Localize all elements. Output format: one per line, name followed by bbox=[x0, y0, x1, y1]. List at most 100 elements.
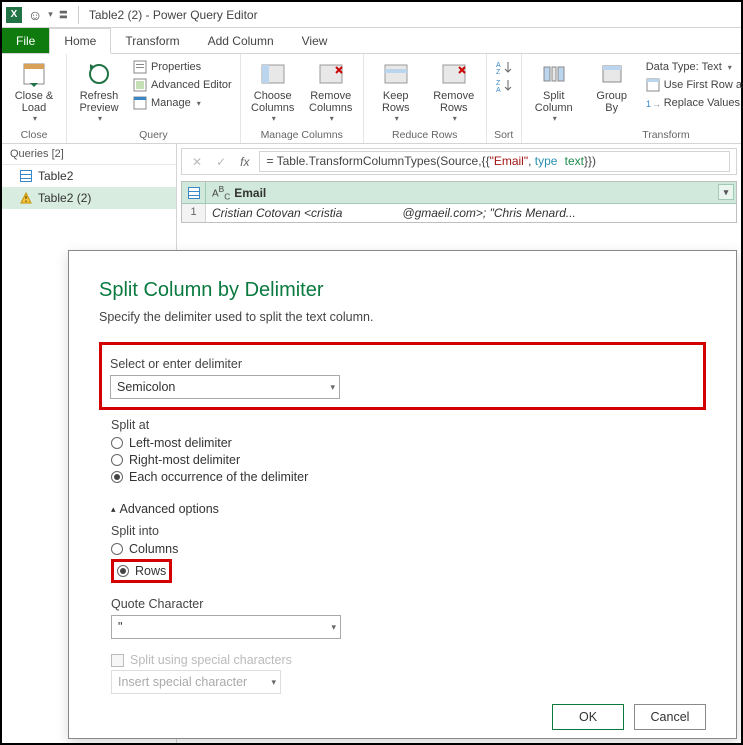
smiley-icon: ☺ bbox=[28, 7, 42, 23]
tab-home[interactable]: Home bbox=[49, 28, 111, 54]
cancel-button[interactable]: Cancel bbox=[634, 704, 706, 730]
grid-corner[interactable] bbox=[182, 182, 206, 203]
remove-rows-button[interactable]: Remove Rows▾ bbox=[428, 58, 480, 127]
datatype-button[interactable]: Data Type: Text▾ bbox=[644, 58, 743, 76]
advanced-editor-label: Advanced Editor bbox=[151, 79, 232, 91]
radio-left-most[interactable]: Left-most delimiter bbox=[111, 436, 706, 450]
highlight-delimiter: Select or enter delimiter Semicolon ▾ bbox=[99, 342, 706, 410]
checkbox-label: Split using special characters bbox=[130, 653, 292, 667]
svg-text:Z: Z bbox=[496, 69, 501, 74]
radio-right-most[interactable]: Right-most delimiter bbox=[111, 453, 706, 467]
replace-values-label: Replace Values bbox=[664, 97, 740, 109]
title-separator bbox=[78, 6, 79, 24]
special-char-select: Insert special character ▾ bbox=[111, 670, 281, 694]
ok-button[interactable]: OK bbox=[552, 704, 624, 730]
formula-text: = Table.TransformColumnTypes(Source,{{ bbox=[266, 154, 489, 168]
row-number: 1 bbox=[182, 204, 206, 222]
group-by-button[interactable]: Group By bbox=[586, 58, 638, 127]
title-bar: X ☺ ▾ 〓 Table2 (2) - Power Query Editor bbox=[2, 2, 741, 28]
keep-rows-label: Keep Rows bbox=[382, 90, 410, 114]
first-row-icon bbox=[646, 78, 660, 92]
query-item-table2[interactable]: Table2 bbox=[2, 165, 176, 187]
svg-text:A: A bbox=[496, 87, 501, 92]
data-grid: ABC Email ▾ 1 Cristian Cotovan <cristia@… bbox=[181, 181, 737, 223]
column-header-email[interactable]: ABC Email ▾ bbox=[206, 182, 736, 203]
group-label-transform: Transform bbox=[528, 129, 743, 141]
keep-rows-icon bbox=[381, 60, 411, 88]
replace-values-button[interactable]: 1→2 Replace Values bbox=[644, 94, 743, 112]
formula-input[interactable]: = Table.TransformColumnTypes(Source,{{"E… bbox=[259, 151, 730, 172]
tab-transform[interactable]: Transform bbox=[111, 28, 193, 53]
table-row[interactable]: 1 Cristian Cotovan <cristia@gmaeil.com>;… bbox=[182, 204, 736, 222]
quote-char-label: Quote Character bbox=[111, 597, 706, 611]
formula-cancel-icon[interactable]: ✕ bbox=[188, 155, 206, 169]
radio-each-occurrence[interactable]: Each occurrence of the delimiter bbox=[111, 470, 706, 484]
choose-columns-button[interactable]: Choose Columns▾ bbox=[247, 58, 299, 127]
query-item-table2-2[interactable]: Table2 (2) bbox=[2, 187, 176, 209]
group-label-manage-cols: Manage Columns bbox=[247, 129, 357, 141]
split-column-button[interactable]: Split Column▾ bbox=[528, 58, 580, 127]
sort-desc-button[interactable]: ZA bbox=[493, 76, 515, 94]
radio-label: Columns bbox=[129, 542, 178, 556]
advanced-editor-button[interactable]: Advanced Editor bbox=[131, 76, 234, 94]
cell-text: Cristian Cotovan <cristia bbox=[212, 206, 342, 220]
qat-dropdown-icon[interactable]: ▾ bbox=[48, 9, 53, 20]
close-load-button[interactable]: Close & Load▾ bbox=[8, 58, 60, 127]
remove-columns-button[interactable]: Remove Columns▾ bbox=[305, 58, 357, 127]
tab-view[interactable]: View bbox=[288, 28, 342, 53]
sort-asc-button[interactable]: AZ bbox=[493, 58, 515, 76]
formula-text: , bbox=[528, 154, 535, 168]
radio-icon bbox=[111, 543, 123, 555]
split-at-label: Split at bbox=[111, 418, 706, 432]
ribbon: Close & Load▾ Close Refresh Preview▾ Pro… bbox=[2, 54, 741, 144]
excel-icon: X bbox=[6, 7, 22, 23]
svg-text:1: 1 bbox=[646, 99, 651, 109]
first-row-headers-button[interactable]: Use First Row as Headers▾ bbox=[644, 76, 743, 94]
checkbox-icon bbox=[111, 654, 124, 667]
formula-bar: ✕ ✓ fx = Table.TransformColumnTypes(Sour… bbox=[181, 148, 737, 175]
group-label-sort: Sort bbox=[493, 129, 515, 141]
svg-text:→2: →2 bbox=[652, 99, 660, 109]
delimiter-select[interactable]: Semicolon ▾ bbox=[110, 375, 340, 399]
svg-text:A: A bbox=[496, 62, 501, 69]
first-row-label: Use First Row as Headers bbox=[664, 79, 743, 91]
split-column-dialog: Split Column by Delimiter Specify the de… bbox=[68, 250, 737, 739]
tab-add-column[interactable]: Add Column bbox=[194, 28, 288, 53]
remove-rows-label: Remove Rows bbox=[433, 90, 474, 114]
manage-button[interactable]: Manage▾ bbox=[131, 94, 234, 112]
sort-asc-icon: AZ bbox=[495, 60, 513, 74]
formula-string: "Email" bbox=[490, 154, 529, 168]
quote-char-select[interactable]: " ▾ bbox=[111, 615, 341, 639]
split-column-label: Split Column bbox=[535, 90, 573, 114]
radio-columns[interactable]: Columns bbox=[111, 542, 706, 556]
properties-label: Properties bbox=[151, 61, 201, 73]
advanced-options-toggle[interactable]: ▴ Advanced options bbox=[111, 502, 706, 516]
group-label-reduce-rows: Reduce Rows bbox=[370, 129, 480, 141]
queries-header: Queries [2] bbox=[2, 144, 176, 165]
close-load-icon bbox=[19, 60, 49, 88]
formula-text: }}) bbox=[584, 154, 596, 168]
tab-file[interactable]: File bbox=[2, 28, 49, 53]
qat-menu-icon[interactable]: 〓 bbox=[59, 8, 68, 21]
cell-email[interactable]: Cristian Cotovan <cristia@gmaeil.com>; "… bbox=[206, 204, 736, 222]
radio-icon bbox=[111, 454, 123, 466]
column-header-label: Email bbox=[234, 186, 266, 200]
ribbon-group-manage-columns: Choose Columns▾ Remove Columns▾ Manage C… bbox=[241, 54, 364, 143]
quote-char-value: " bbox=[118, 620, 122, 634]
radio-icon bbox=[111, 471, 123, 483]
properties-button[interactable]: Properties bbox=[131, 58, 234, 76]
table-icon bbox=[188, 187, 200, 199]
group-by-icon bbox=[597, 60, 627, 88]
ribbon-group-close: Close & Load▾ Close bbox=[2, 54, 67, 143]
delimiter-value: Semicolon bbox=[117, 380, 175, 394]
datatype-label: Data Type: Text bbox=[646, 61, 722, 73]
replace-values-icon: 1→2 bbox=[646, 96, 660, 110]
refresh-preview-button[interactable]: Refresh Preview▾ bbox=[73, 58, 125, 127]
sort-desc-icon: ZA bbox=[495, 78, 513, 92]
radio-rows[interactable]: Rows bbox=[117, 564, 166, 578]
formula-accept-icon[interactable]: ✓ bbox=[212, 155, 230, 169]
keep-rows-button[interactable]: Keep Rows▾ bbox=[370, 58, 422, 127]
fx-icon[interactable]: fx bbox=[236, 155, 253, 169]
special-chars-checkbox[interactable]: Split using special characters bbox=[111, 653, 706, 667]
column-filter-icon[interactable]: ▾ bbox=[718, 184, 734, 200]
